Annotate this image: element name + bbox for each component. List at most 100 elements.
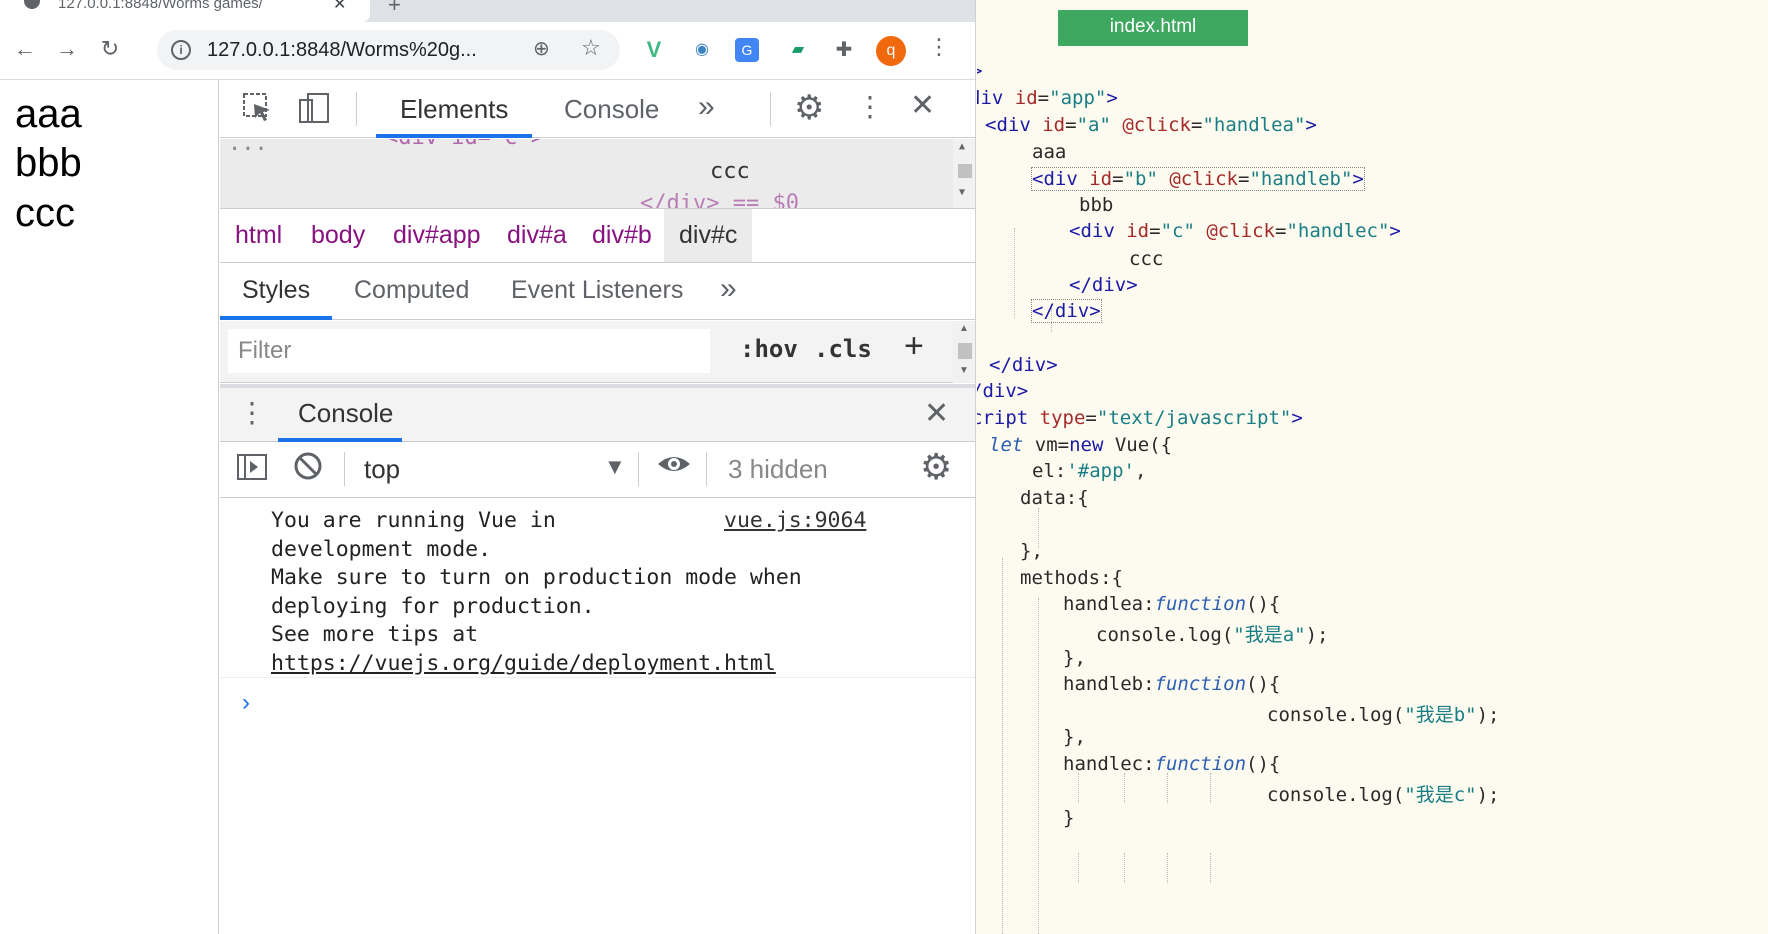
new-tab-button[interactable]: + [388, 0, 401, 18]
code-line: </div> [989, 354, 1058, 376]
browser-tab-title: 127.0.0.1:8848/Worms games/ [58, 0, 263, 12]
hov-toggle-button[interactable]: :hov [740, 335, 798, 363]
tab-close-icon[interactable]: ✕ [333, 0, 346, 14]
code-line: <div id="a" @click="handlea"> [985, 114, 1317, 136]
code-line: bbb [1079, 194, 1114, 216]
back-button[interactable]: ← [8, 32, 42, 66]
console-message-text: You are running Vue in development mode.… [271, 508, 802, 647]
console-settings-gear-icon[interactable]: ⚙ [920, 446, 952, 488]
breadcrumb-div-a[interactable]: div#a [492, 209, 582, 262]
dom-node-open-tag[interactable]: <div id="c"> [385, 139, 544, 150]
code-line: </div> [1069, 274, 1138, 296]
devtools-panel: Elements Console » ⚙ ⋮ ✕ ... <div id="c"… [220, 80, 975, 934]
code-editor: index.html > div id="app"> <div id="a" @… [977, 0, 1768, 934]
dom-node-close-tag[interactable]: </div> == $0 [640, 191, 799, 208]
breadcrumb-div-b[interactable]: div#b [577, 209, 667, 262]
dom-tree-scrollbar[interactable]: ▲ ▼ [953, 139, 975, 208]
cls-toggle-button[interactable]: .cls [814, 335, 872, 363]
indent-guide [1124, 773, 1125, 803]
tab-computed[interactable]: Computed [354, 276, 469, 305]
hidden-messages-count[interactable]: 3 hidden [728, 454, 828, 485]
green-extension-icon[interactable]: ▰ [784, 36, 812, 64]
inspect-element-icon[interactable] [242, 92, 274, 124]
breadcrumb: html body div#app div#a div#b div#c [220, 208, 975, 263]
tab-styles[interactable]: Styles [242, 276, 310, 305]
editor-file-tab[interactable]: index.html [1058, 10, 1248, 46]
profile-avatar[interactable]: q [876, 36, 906, 66]
settings-gear-icon[interactable]: ⚙ [794, 88, 824, 128]
console-prompt-icon[interactable]: › [242, 689, 250, 717]
close-devtools-icon[interactable]: ✕ [910, 88, 935, 123]
indent-guide [1014, 228, 1015, 318]
live-expression-eye-icon[interactable] [656, 448, 692, 480]
scrollbar-thumb[interactable] [958, 164, 972, 178]
breadcrumb-body[interactable]: body [296, 209, 380, 262]
url-text[interactable]: 127.0.0.1:8848/Worms%20g... [207, 39, 477, 62]
new-style-rule-button[interactable]: + [904, 327, 924, 366]
code-line: </div> [1031, 299, 1102, 323]
devtools-menu-icon[interactable]: ⋮ [856, 90, 884, 123]
bookmark-star-icon[interactable]: ☆ [581, 35, 601, 61]
indent-guide [1038, 598, 1039, 934]
code-line: methods:{ [1020, 567, 1123, 589]
context-selector[interactable]: top [364, 454, 400, 485]
browser-tab[interactable]: 127.0.0.1:8848/Worms games/ ✕ [0, 0, 370, 22]
breadcrumb-html[interactable]: html [220, 209, 297, 262]
reload-button[interactable]: ↻ [93, 32, 127, 66]
code-line: div id="app"> [977, 87, 1118, 109]
devtools-main-toolbar: Elements Console » ⚙ ⋮ ✕ [220, 80, 975, 138]
extension-icon[interactable]: ◉ [688, 36, 716, 64]
close-drawer-icon[interactable]: ✕ [924, 396, 949, 431]
more-tabs-icon[interactable]: » [698, 90, 715, 124]
indent-guide [1078, 853, 1079, 883]
ellipsis-icon[interactable]: ... [228, 139, 268, 156]
code-line: handlea:function(){ [1063, 593, 1281, 615]
toolbar-divider [638, 452, 639, 486]
styles-scrollbar[interactable]: ▲ ▼ [953, 321, 975, 383]
scroll-up-icon[interactable]: ▲ [959, 323, 969, 334]
code-line: el:'#app', [1032, 460, 1147, 482]
console-sidebar-icon[interactable] [236, 452, 268, 482]
tab-console[interactable]: Console [564, 94, 659, 125]
address-bar[interactable]: i 127.0.0.1:8848/Worms%20g... ⊕ ☆ [157, 30, 620, 70]
breadcrumb-div-c[interactable]: div#c [664, 209, 753, 262]
code-line: }, [1063, 726, 1086, 748]
chevron-down-icon[interactable]: ▼ [604, 454, 626, 480]
vue-devtools-extension-icon[interactable]: V [640, 36, 668, 64]
code-line: <div id="b" @click="handleb"> [1031, 167, 1365, 191]
code-line: > [977, 60, 982, 82]
device-toolbar-icon[interactable] [298, 92, 330, 124]
tab-strip: 127.0.0.1:8848/Worms games/ ✕ + [0, 0, 975, 22]
styles-filter-input[interactable] [228, 329, 710, 373]
scrollbar-thumb[interactable] [958, 343, 972, 359]
indent-guide [1167, 773, 1168, 803]
translate-extension-icon[interactable]: G [735, 38, 759, 62]
clear-console-icon[interactable] [292, 450, 324, 482]
dom-text-node[interactable]: ccc [710, 159, 750, 184]
scroll-down-icon[interactable]: ▼ [959, 187, 965, 198]
scroll-down-icon[interactable]: ▼ [959, 365, 969, 376]
dom-tree: ... <div id="c"> ccc </div> == $0 ▲ ▼ [220, 139, 975, 208]
screen: 127.0.0.1:8848/Worms games/ ✕ + ← → ↻ i … [0, 0, 1768, 934]
scroll-up-icon[interactable]: ▲ [959, 141, 965, 152]
code-line: console.log("我是c"); [1267, 784, 1500, 806]
breadcrumb-div-app[interactable]: div#app [378, 209, 496, 262]
div-a-text[interactable]: aaa [15, 92, 82, 137]
zoom-icon[interactable]: ⊕ [533, 36, 550, 61]
vue-docs-link[interactable]: https://vuejs.org/guide/deployment.html [271, 651, 776, 676]
drawer-menu-icon[interactable]: ⋮ [238, 396, 266, 429]
more-subtabs-icon[interactable]: » [720, 272, 737, 306]
div-b-text[interactable]: bbb [15, 141, 82, 186]
site-info-icon[interactable]: i [171, 40, 191, 60]
message-source-link[interactable]: vue.js:9064 [724, 507, 866, 536]
browser-menu-icon[interactable]: ⋮ [928, 34, 950, 60]
code-line: ccc [1129, 248, 1164, 270]
div-c-text[interactable]: ccc [15, 191, 75, 236]
code-line: data:{ [1020, 487, 1089, 509]
indent-guide [1124, 853, 1125, 883]
drawer-tab-console[interactable]: Console [298, 398, 393, 429]
forward-button[interactable]: → [50, 32, 84, 66]
tab-elements[interactable]: Elements [400, 94, 508, 125]
tab-event-listeners[interactable]: Event Listeners [511, 276, 683, 305]
extensions-puzzle-icon[interactable]: ✚ [830, 36, 858, 64]
